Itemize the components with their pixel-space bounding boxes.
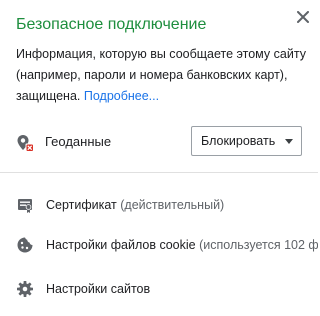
cookie-count: (используется 102 фа: [199, 238, 318, 252]
permission-row-location: Геоданные Блокировать: [0, 125, 318, 157]
permission-label-location: Геоданные: [45, 134, 112, 149]
cookie-settings-label: Настройки файлов cookie (используется 10…: [46, 238, 318, 252]
close-button[interactable]: [294, 8, 312, 26]
close-icon: [297, 11, 309, 23]
site-settings-item[interactable]: Настройки сайтов: [0, 269, 318, 309]
location-permission-select[interactable]: Блокировать: [191, 126, 302, 156]
description-text: Информация, которую вы сообщаете этому с…: [16, 47, 306, 103]
cookie-icon: [16, 236, 34, 254]
certificate-item[interactable]: Сертификат (действительный): [0, 185, 318, 225]
certificate-status: (действительный): [120, 198, 225, 212]
certificate-icon: [16, 196, 34, 214]
connection-description: Информация, которую вы сообщаете этому с…: [16, 44, 306, 107]
certificate-label: Сертификат (действительный): [46, 198, 225, 212]
connection-status-title: Безопасное подключение: [16, 16, 207, 33]
location-permission-value: Блокировать: [201, 134, 276, 148]
location-blocked-icon: [15, 133, 35, 153]
cookie-settings-item[interactable]: Настройки файлов cookie (используется 10…: [0, 225, 318, 265]
divider: [0, 172, 318, 173]
learn-more-link[interactable]: Подробнее...: [84, 89, 159, 103]
site-settings-label: Настройки сайтов: [46, 282, 151, 296]
page-info-popup: Безопасное подключение Информация, котор…: [0, 0, 318, 316]
dropdown-arrow-icon: [285, 139, 293, 144]
settings-gear-icon: [16, 280, 34, 298]
